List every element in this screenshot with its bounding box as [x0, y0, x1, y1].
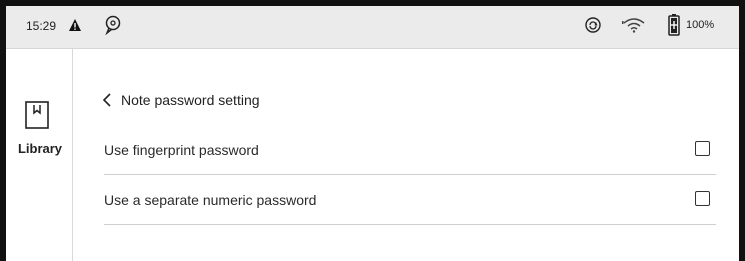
battery-icon [668, 14, 680, 36]
page-title: Note password setting [121, 92, 260, 108]
device-screen: 15:29 100% Library Note password setting… [0, 0, 745, 261]
setting-row-fingerprint[interactable]: Use fingerprint password [104, 127, 716, 175]
wifi-icon [622, 18, 645, 33]
numeric-password-checkbox[interactable] [695, 191, 710, 206]
warning-icon [69, 19, 81, 31]
setting-row-numeric-password[interactable]: Use a separate numeric password [104, 177, 716, 225]
setting-label: Use a separate numeric password [104, 192, 317, 208]
sidebar-item-label: Library [17, 141, 63, 156]
chevron-left-icon[interactable] [101, 92, 113, 108]
library-icon [25, 101, 49, 129]
sidebar: Library [6, 49, 73, 261]
battery-percent: 100% [686, 19, 715, 31]
sync-icon [585, 17, 601, 33]
setting-label: Use fingerprint password [104, 142, 259, 158]
page-header[interactable]: Note password setting [101, 88, 260, 112]
status-bar: 15:29 100% [6, 6, 739, 49]
fingerprint-checkbox[interactable] [695, 141, 710, 156]
status-time: 15:29 [26, 19, 57, 33]
chat-icon [105, 15, 121, 35]
